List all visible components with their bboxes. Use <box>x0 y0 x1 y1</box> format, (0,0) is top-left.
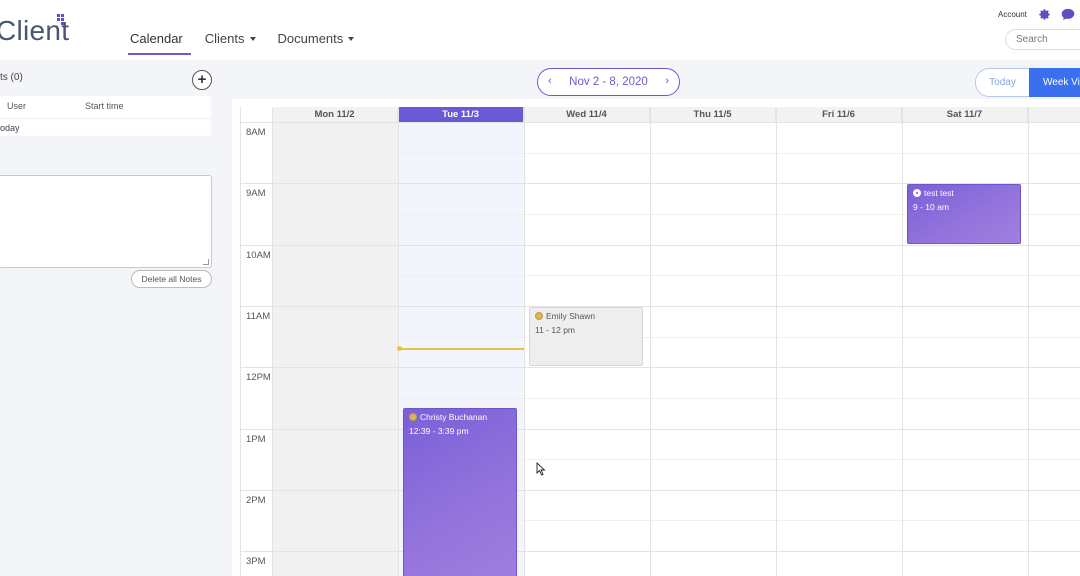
hour-gridline <box>240 489 1080 491</box>
event-time: 11 - 12 pm <box>535 324 576 335</box>
table-cell: oday <box>0 123 20 133</box>
week-view-button[interactable]: Week Vi <box>1029 68 1080 97</box>
event-time: 9 - 10 am <box>913 202 949 213</box>
gear-icon[interactable] <box>1038 8 1051 21</box>
day-header[interactable]: Sat 11/7 <box>902 107 1028 122</box>
nav-documents[interactable]: Documents <box>272 29 361 52</box>
delete-all-notes-button[interactable]: Delete all Notes <box>131 270 212 288</box>
day-column-divider <box>902 107 903 576</box>
event-time: 12:39 - 3:39 pm <box>409 426 469 437</box>
logo-mark-icon <box>57 14 67 28</box>
time-label: 10AM <box>246 249 271 261</box>
half-hour-gridline <box>272 520 1080 522</box>
hour-gridline <box>240 244 1080 246</box>
day-header[interactable]: Mon 11/2 <box>272 107 398 122</box>
date-range-label[interactable]: Nov 2 - 8, 2020 <box>538 76 679 88</box>
plus-icon: + <box>197 71 207 88</box>
day-column-divider <box>650 107 651 576</box>
notes-textarea[interactable] <box>0 175 212 268</box>
today-button[interactable]: Today <box>975 68 1029 97</box>
day-column-divider <box>776 107 777 576</box>
resize-handle-icon[interactable] <box>203 259 209 265</box>
day-header[interactable]: Tue 11/3 <box>398 107 524 122</box>
main-nav: Calendar Clients Documents <box>124 29 361 55</box>
gutter-divider <box>240 107 241 576</box>
sun-icon <box>409 413 417 422</box>
search-input[interactable]: Search <box>1005 29 1080 50</box>
hour-gridline <box>240 305 1080 307</box>
hour-gridline <box>240 122 1080 123</box>
week-calendar: Mon 11/2 Tue 11/3 Wed 11/4 Thu 11/5 Fri 11/6… <box>232 99 1080 576</box>
person-icon <box>913 189 921 198</box>
half-hour-gridline <box>272 152 1080 154</box>
hour-gridline <box>240 428 1080 430</box>
calendar-event[interactable]: Christy Buchanan 12:39 - 3:39 pm <box>403 408 517 576</box>
column-header-start-time[interactable]: Start time <box>85 101 124 111</box>
hour-gridline <box>240 367 1080 369</box>
time-label: 12PM <box>246 372 271 384</box>
day-column-divider <box>1028 107 1029 576</box>
calendar-event[interactable]: test test 9 - 10 am <box>907 184 1021 244</box>
day-header[interactable]: Wed 11/4 <box>524 107 650 122</box>
view-toggle: Today Week Vi <box>975 68 1080 97</box>
day-column-shade <box>272 122 398 576</box>
top-bar: Client Calendar Clients Documents Accoun… <box>0 0 1080 60</box>
event-title: test test <box>924 188 954 199</box>
half-hour-gridline <box>272 397 1080 399</box>
nav-calendar-label: Calendar <box>130 31 183 46</box>
caret-down-icon <box>249 36 256 41</box>
nav-calendar[interactable]: Calendar <box>124 29 191 55</box>
event-title: Emily Shawn <box>546 310 596 321</box>
day-header[interactable]: Su <box>1028 107 1080 122</box>
half-hour-gridline <box>272 459 1080 461</box>
time-label: 1PM <box>246 433 266 445</box>
current-time-line <box>398 347 524 350</box>
half-hour-gridline <box>272 336 1080 338</box>
time-label: 8AM <box>246 127 266 138</box>
chevron-right-icon[interactable]: › <box>665 75 669 87</box>
chat-icon[interactable] <box>1061 8 1075 21</box>
column-header-user[interactable]: User <box>7 101 26 111</box>
event-title: Christy Buchanan <box>420 412 488 423</box>
appointments-title: ts (0) <box>0 72 23 83</box>
time-label: 9AM <box>246 188 266 200</box>
nav-clients-label: Clients <box>204 31 245 46</box>
nav-documents-label: Documents <box>277 31 344 46</box>
date-range-nav: ‹ Nov 2 - 8, 2020 › <box>537 68 680 96</box>
time-label: 3PM <box>246 556 266 568</box>
calendar-event[interactable]: Emily Shawn 11 - 12 pm <box>529 306 643 367</box>
event-title-row: Emily Shawn <box>535 311 637 321</box>
day-column-divider <box>398 107 399 576</box>
day-header[interactable]: Fri 11/6 <box>776 107 902 122</box>
add-appointment-button[interactable]: + <box>192 70 212 90</box>
table-row[interactable]: oday <box>0 118 211 133</box>
day-column-divider <box>524 107 525 576</box>
nav-clients[interactable]: Clients <box>199 29 262 52</box>
mouse-cursor-icon <box>536 462 546 476</box>
event-title-row: test test <box>913 188 1015 198</box>
hour-gridline <box>240 551 1080 553</box>
time-label: 2PM <box>246 494 266 506</box>
caret-down-icon <box>348 36 355 41</box>
day-column-divider <box>272 107 273 576</box>
account-link[interactable]: Account <box>998 10 1027 19</box>
time-label: 11AM <box>246 310 271 322</box>
half-hour-gridline <box>272 275 1080 277</box>
event-title-row: Christy Buchanan <box>409 412 511 422</box>
sun-icon <box>535 311 543 320</box>
appointments-table: User Start time oday <box>0 96 211 136</box>
day-header[interactable]: Thu 11/5 <box>650 107 776 122</box>
